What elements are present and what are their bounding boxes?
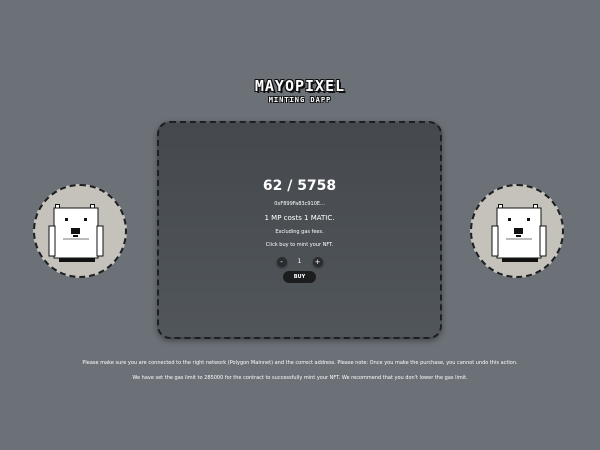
mint-card: 62 / 5758 0xF899Fa83c910E... 1 MP costs … [157, 121, 442, 339]
mint-count: 62 / 5758 [262, 178, 337, 194]
increment-button[interactable]: + [312, 256, 323, 267]
pixel-bear-icon [48, 204, 104, 262]
network-notice: Please make sure you are connected to th… [82, 360, 518, 366]
mint-instruction: Click buy to mint your NFT. [265, 242, 334, 248]
gas-limit-notice: We have set the gas limit to 285000 for … [132, 375, 468, 381]
left-bear-avatar [33, 184, 127, 278]
logo-subtitle: MINTING DAPP [268, 96, 332, 104]
logo-title: MAYOPIXEL [254, 77, 346, 95]
decrement-button[interactable]: - [276, 256, 287, 267]
contract-address-link[interactable]: 0xF899Fa83c910E... [159, 201, 440, 207]
cost-text: 1 MP costs 1 MATIC. [264, 214, 335, 222]
pixel-bear-icon [491, 204, 547, 262]
quantity-stepper: - 1 + [159, 256, 440, 267]
buy-button[interactable]: BUY [283, 271, 316, 283]
gas-fees-text: Excluding gas fees. [275, 229, 324, 235]
right-bear-avatar [470, 184, 564, 278]
quantity-value: 1 [297, 258, 302, 265]
